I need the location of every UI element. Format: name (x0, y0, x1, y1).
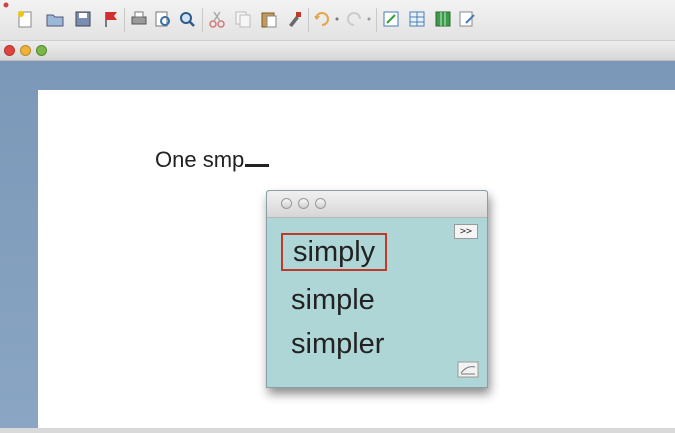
new-document-icon[interactable] (14, 8, 36, 30)
word-prediction-popup: >> simply simple simpler (266, 190, 488, 388)
toolbar-separator (376, 8, 377, 32)
open-folder-icon[interactable] (44, 8, 66, 30)
close-window-button[interactable] (4, 45, 15, 56)
drawing-icon[interactable] (456, 8, 478, 30)
paste-icon[interactable] (258, 8, 280, 30)
toolbar-separator (202, 8, 203, 32)
copy-icon[interactable] (232, 8, 254, 30)
more-suggestions-button[interactable]: >> (454, 224, 478, 239)
suggestion-item-selected[interactable]: simply (281, 233, 388, 271)
format-brush-icon[interactable] (284, 8, 306, 30)
columns-icon[interactable] (432, 8, 454, 30)
suggestion-item[interactable]: simple (291, 283, 375, 317)
toolbar-separator (308, 8, 309, 32)
popup-zoom-button[interactable] (315, 198, 326, 209)
small-dot-icon (2, 1, 10, 9)
typed-text: One smp (155, 147, 245, 172)
edit-icon[interactable] (380, 8, 402, 30)
toolbar-separator (124, 8, 125, 32)
typed-text-line: One smp (155, 147, 270, 173)
popup-close-button[interactable] (281, 198, 292, 209)
table-icon[interactable] (406, 8, 428, 30)
text-cursor (245, 164, 270, 167)
redo-icon[interactable] (344, 8, 374, 30)
minimize-window-button[interactable] (20, 45, 31, 56)
window-titlebar (0, 41, 675, 61)
print-icon[interactable] (128, 8, 150, 30)
popup-minimize-button[interactable] (298, 198, 309, 209)
cut-icon[interactable] (206, 8, 228, 30)
toolbar (0, 0, 675, 41)
resize-handle-icon[interactable] (457, 361, 479, 378)
save-icon[interactable] (72, 8, 94, 30)
flag-icon[interactable] (100, 8, 122, 30)
bottom-strip (0, 428, 675, 433)
zoom-icon[interactable] (176, 8, 198, 30)
undo-icon[interactable] (312, 8, 342, 30)
suggestion-item[interactable]: simpler (291, 327, 384, 361)
print-preview-icon[interactable] (152, 8, 174, 30)
zoom-window-button[interactable] (36, 45, 47, 56)
popup-titlebar (267, 191, 487, 218)
